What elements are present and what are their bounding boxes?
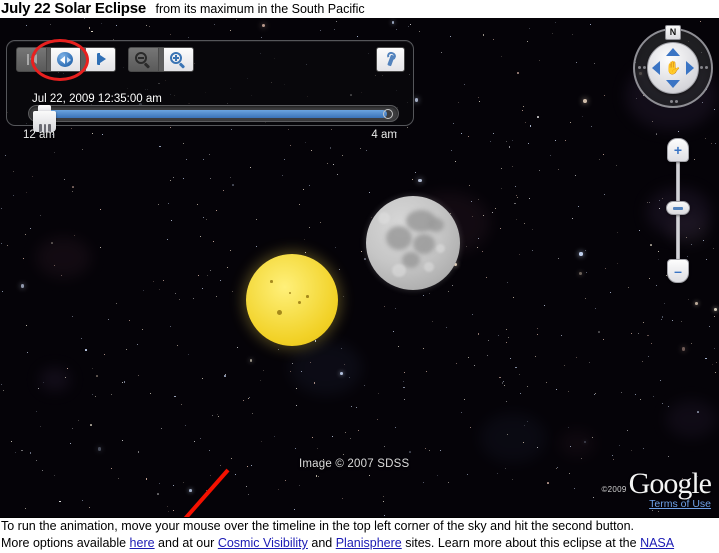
page-title: July 22 Solar Eclipse from its maximum i… xyxy=(0,0,719,18)
footer-instructions: To run the animation, move your mouse ov… xyxy=(0,518,719,553)
cosmic-visibility-link[interactable]: Cosmic Visibility xyxy=(218,536,308,550)
timeline-zoom-button-group xyxy=(128,47,194,72)
timeline-axis-labels: 12 am 4 am xyxy=(7,129,413,143)
timeline-end-label: 4 am xyxy=(371,129,397,141)
page-title-subtitle: from its maximum in the South Pacific xyxy=(155,2,365,16)
terms-of-use-link[interactable]: Terms of Use xyxy=(601,498,711,510)
magnifier-plus-icon xyxy=(169,52,185,69)
page-root: July 22 Solar Eclipse from its maximum i… xyxy=(0,0,719,553)
timeline-start-label: 12 am xyxy=(23,129,55,141)
google-branding: ©2009Google Terms of Use xyxy=(601,467,712,511)
hand-icon[interactable]: ✋ xyxy=(665,60,681,76)
sky-viewport[interactable]: Jul 22, 2009 12:35:00 am 12 am 4 am ✋ N … xyxy=(0,18,719,518)
skip-to-start-icon xyxy=(27,54,37,65)
timeline-options-button[interactable] xyxy=(376,47,405,72)
down-arrow-icon[interactable] xyxy=(666,80,680,88)
zoom-in-timeline-button[interactable] xyxy=(163,48,193,71)
footer-line-2: More options available here and at our C… xyxy=(0,535,719,552)
timeline-button-row xyxy=(16,47,194,72)
planisphere-link[interactable]: Planisphere xyxy=(336,536,402,550)
timeline-datetime-label: Jul 22, 2009 12:35:00 am xyxy=(32,93,162,105)
footer-line-1: To run the animation, move your mouse ov… xyxy=(1,519,634,533)
step-forward-button[interactable] xyxy=(85,48,115,71)
magnifier-minus-icon xyxy=(135,52,151,69)
playback-button-group xyxy=(16,47,116,72)
up-arrow-icon[interactable] xyxy=(666,48,680,56)
jump-to-start-button[interactable] xyxy=(17,48,47,71)
timeline-range-end-handle[interactable] xyxy=(383,109,393,119)
zoom-out-button[interactable]: – xyxy=(667,259,689,283)
timeline-slider-track[interactable] xyxy=(28,105,399,122)
zoom-slider[interactable]: + – xyxy=(666,138,690,283)
timeline-slider-handle[interactable] xyxy=(33,105,56,133)
copyright-label: ©2009 xyxy=(601,485,627,494)
timeline-panel[interactable]: Jul 22, 2009 12:35:00 am 12 am 4 am xyxy=(6,40,414,141)
left-arrow-icon[interactable] xyxy=(652,61,660,75)
here-link[interactable]: here xyxy=(130,536,155,550)
zoom-in-button[interactable]: + xyxy=(667,138,689,162)
play-reverse-icon xyxy=(57,52,74,67)
image-credit: Image © 2007 SDSS xyxy=(299,458,410,470)
navigation-compass[interactable]: ✋ N xyxy=(633,25,713,108)
sun-object xyxy=(246,254,338,346)
zoom-out-timeline-button[interactable] xyxy=(129,48,160,71)
footer-text-1: More options available xyxy=(1,536,130,550)
moon-object xyxy=(366,196,460,290)
timeline-range-fill xyxy=(43,110,387,118)
compass-north-marker[interactable]: N xyxy=(665,25,681,40)
play-animation-button[interactable] xyxy=(51,48,82,71)
step-forward-icon xyxy=(96,53,106,65)
footer-text-3: and xyxy=(307,536,336,550)
page-title-main: July 22 Solar Eclipse xyxy=(1,0,147,17)
right-arrow-icon[interactable] xyxy=(686,61,694,75)
google-logo: Google xyxy=(628,467,712,500)
wrench-icon xyxy=(384,50,398,67)
footer-text-2: and at our xyxy=(154,536,218,550)
zoom-slider-handle[interactable] xyxy=(666,201,690,215)
footer-text-4: sites. Learn more about this eclipse at … xyxy=(401,536,641,550)
nasa-link[interactable]: NASA xyxy=(640,536,674,550)
